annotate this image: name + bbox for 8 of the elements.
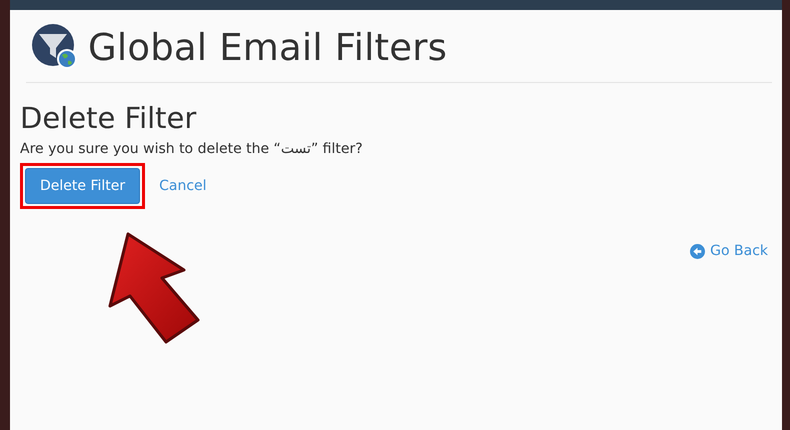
go-back-label: Go Back [710, 243, 768, 259]
go-back-link[interactable]: Go Back [690, 243, 768, 259]
section-heading: Delete Filter [20, 101, 198, 135]
cancel-link[interactable]: Cancel [159, 178, 207, 194]
page-title: Global Email Filters [88, 26, 448, 68]
confirmation-message: Are you sure you wish to delete the “تست” filter? [20, 141, 364, 157]
filter-globe-icon [32, 24, 78, 70]
delete-filter-button[interactable]: Delete Filter [25, 168, 140, 204]
